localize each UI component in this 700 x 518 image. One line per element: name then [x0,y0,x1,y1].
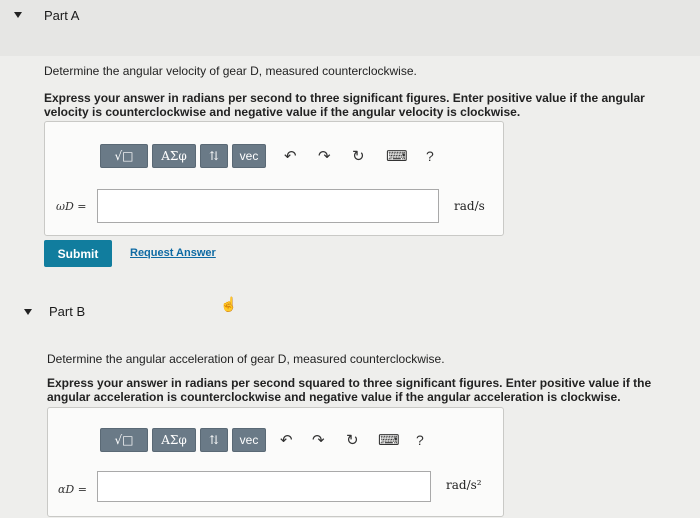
part-a-instruction-line2: velocity is counterclockwise and negativ… [44,105,521,119]
part-b-toolbar: √□ ΑΣφ ⇅ vec [100,428,270,452]
vec-button[interactable]: vec [232,144,266,168]
vec-label: vec [239,433,259,447]
redo-icon[interactable]: ↷ [318,147,331,165]
part-a-header[interactable] [0,0,700,56]
part-a-variable: ωD = [56,200,87,213]
help-icon[interactable]: ? [426,148,434,164]
part-b-unit: rad/s² [446,478,482,492]
part-b-question: Determine the angular acceleration of ge… [47,352,445,366]
template-button[interactable]: √□ [100,428,148,452]
keyboard-icon[interactable]: ⌨ [386,147,408,165]
greek-button[interactable]: ΑΣφ [152,144,196,168]
arrows-icon: ⇅ [208,149,220,163]
vec-label: vec [239,149,259,163]
caret-down-icon[interactable] [14,12,22,18]
undo-icon[interactable]: ↶ [284,147,297,165]
page: Part A Determine the angular velocity of… [0,0,700,518]
greek-label: ΑΣφ [161,433,187,447]
submit-button[interactable]: Submit [44,240,112,267]
arrows-icon: ⇅ [208,433,220,447]
part-b-instruction-line1: Express your answer in radians per secon… [47,376,652,390]
template-icon: √□ [114,433,134,447]
part-b-instruction-line2: angular acceleration is counterclockwise… [47,390,621,404]
request-answer-link[interactable]: Request Answer [130,247,216,259]
part-a-instruction-line1: Express your answer in radians per secon… [44,91,645,105]
greek-label: ΑΣφ [161,149,187,163]
redo-icon[interactable]: ↷ [312,431,325,449]
part-a-answer-input[interactable] [97,189,439,223]
reset-icon[interactable]: ↻ [352,147,365,165]
part-b-answer-input[interactable] [97,471,431,502]
vec-button[interactable]: vec [232,428,266,452]
arrows-button[interactable]: ⇅ [200,428,228,452]
template-button[interactable]: √□ [100,144,148,168]
keyboard-icon[interactable]: ⌨ [378,431,400,449]
part-a-question: Determine the angular velocity of gear D… [44,64,417,78]
part-a-label: Part A [44,8,80,23]
template-icon: √□ [114,149,134,163]
reset-icon[interactable]: ↻ [346,431,359,449]
caret-down-icon[interactable] [24,309,32,315]
part-a-unit: rad/s [454,199,485,213]
hand-cursor-icon: ☝ [220,296,238,312]
undo-icon[interactable]: ↶ [280,431,293,449]
greek-button[interactable]: ΑΣφ [152,428,196,452]
help-icon[interactable]: ? [416,432,424,448]
part-b-label: Part B [49,304,86,319]
part-a-toolbar: √□ ΑΣφ ⇅ vec [100,144,270,168]
part-b-variable: αD = [58,483,87,496]
arrows-button[interactable]: ⇅ [200,144,228,168]
